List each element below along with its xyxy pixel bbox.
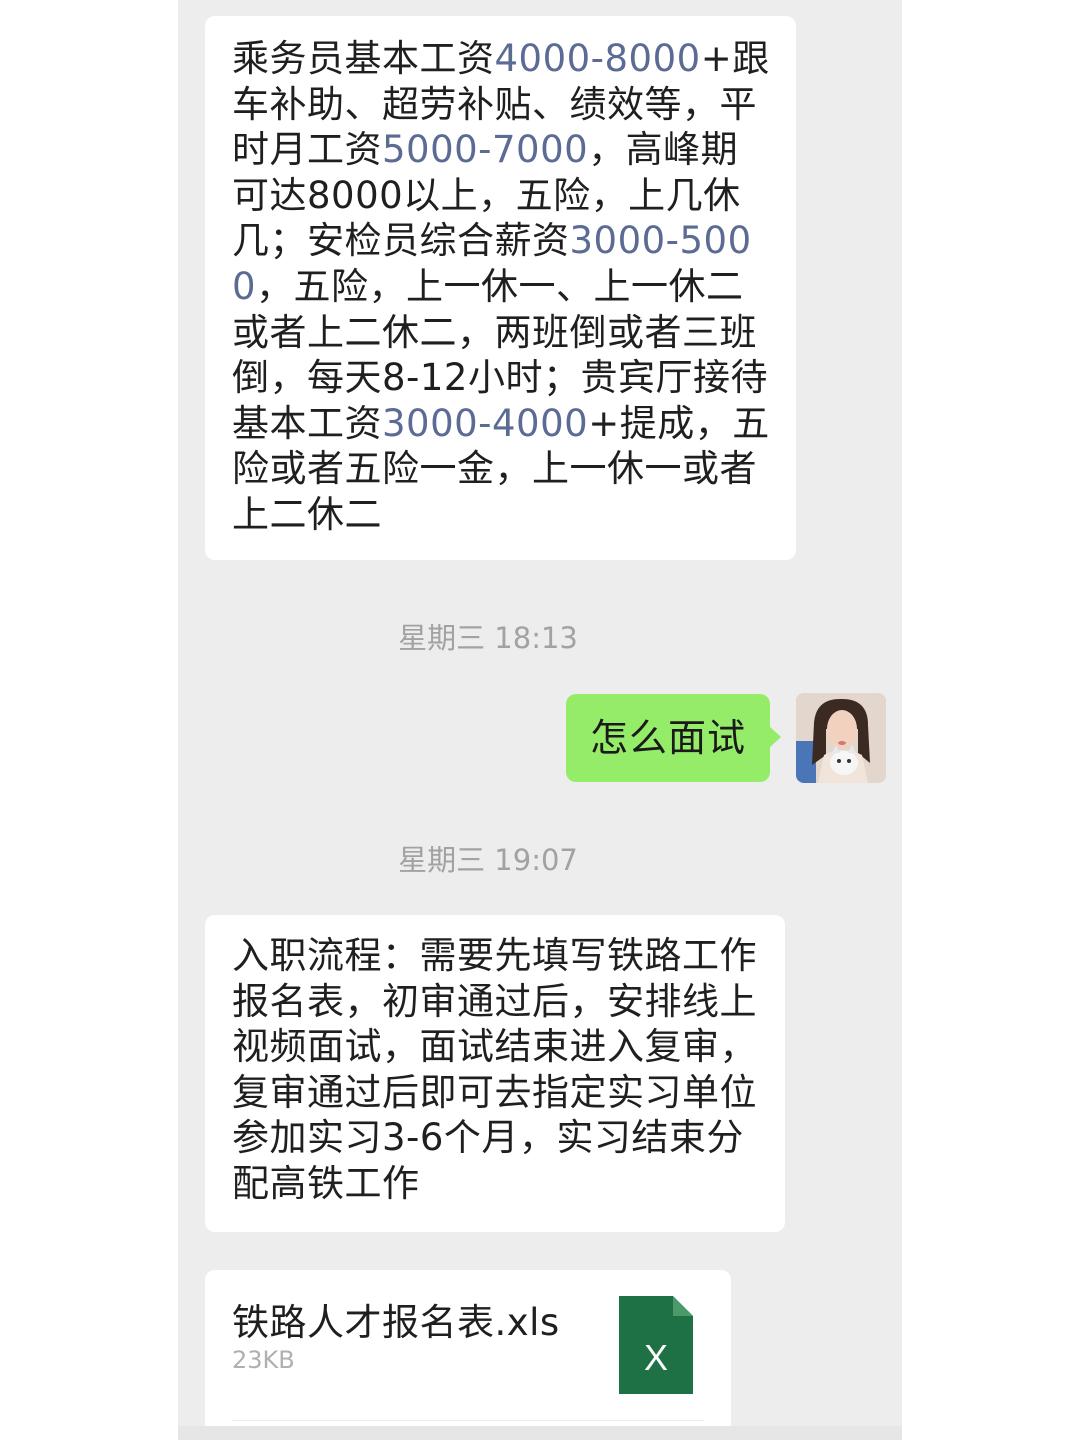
message-text: 乘务员基本工资4000-8000+跟车补助、超劳补贴、绩效等，平时月工资5000… <box>232 36 772 538</box>
received-message-process[interactable]: 入职流程：需要先填写铁路工作报名表，初审通过后，安排线上视频面试，面试结束进入复… <box>205 915 785 1232</box>
salary-range: 5000-7000 <box>382 128 589 172</box>
timestamp: 星期三 19:07 <box>398 843 578 877</box>
timestamp: 星期三 18:13 <box>398 621 578 655</box>
divider <box>232 1420 704 1421</box>
message-text: 入职流程：需要先填写铁路工作报名表，初审通过后，安排线上视频面试，面试结束进入复… <box>232 934 757 1205</box>
excel-icon-letter: X <box>644 1337 668 1378</box>
user-avatar[interactable] <box>796 693 886 783</box>
message-segment: 乘务员基本工资 <box>232 37 495 80</box>
avatar-photo <box>796 693 886 783</box>
bottom-bar <box>178 1426 902 1440</box>
chat-panel: 乘务员基本工资4000-8000+跟车补助、超劳补贴、绩效等，平时月工资5000… <box>178 0 902 1440</box>
salary-range: 4000-8000 <box>494 37 701 80</box>
file-attachment[interactable]: 铁路人才报名表.xls 23KB X <box>205 1270 731 1440</box>
file-name: 铁路人才报名表.xls <box>232 1301 560 1344</box>
excel-file-icon: X <box>619 1296 693 1394</box>
sent-message[interactable]: 怎么面试 <box>566 694 781 782</box>
file-size: 23KB <box>232 1346 295 1374</box>
salary-range: 3000-4000 <box>382 401 589 445</box>
received-message-salary[interactable]: 乘务员基本工资4000-8000+跟车补助、超劳补贴、绩效等，平时月工资5000… <box>205 16 796 560</box>
